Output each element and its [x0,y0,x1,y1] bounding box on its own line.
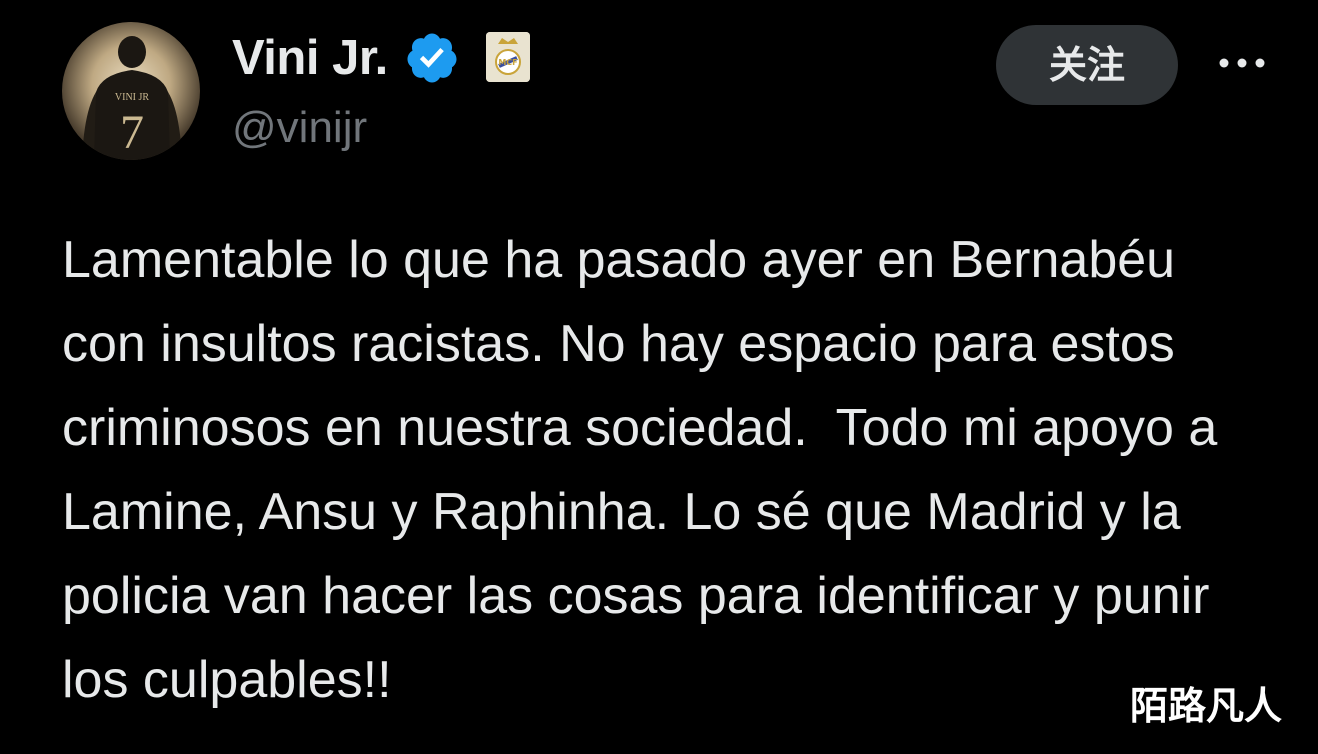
svg-text:MCF: MCF [498,58,517,67]
watermark: 陌路凡人 [1130,684,1283,728]
tweet-text: Lamentable lo que ha pasado ayer en Bern… [62,231,1232,709]
svg-text:VINI JR: VINI JR [115,92,149,103]
more-dots-icon[interactable] [1212,48,1272,78]
real-madrid-crest-icon: MCF [486,32,530,82]
display-name[interactable]: Vini Jr. [232,28,388,88]
follow-button[interactable]: 关注 [996,25,1178,105]
avatar-image: VINI JR 7 [82,36,182,160]
user-handle[interactable]: @vinijr [232,100,367,156]
verified-badge-icon [407,33,457,83]
tweet-card: VINI JR 7 Vini Jr. MCF @vinijr 关注 Lament… [0,0,1318,754]
avatar[interactable]: VINI JR 7 [62,22,200,160]
svg-text:7: 7 [120,106,144,159]
